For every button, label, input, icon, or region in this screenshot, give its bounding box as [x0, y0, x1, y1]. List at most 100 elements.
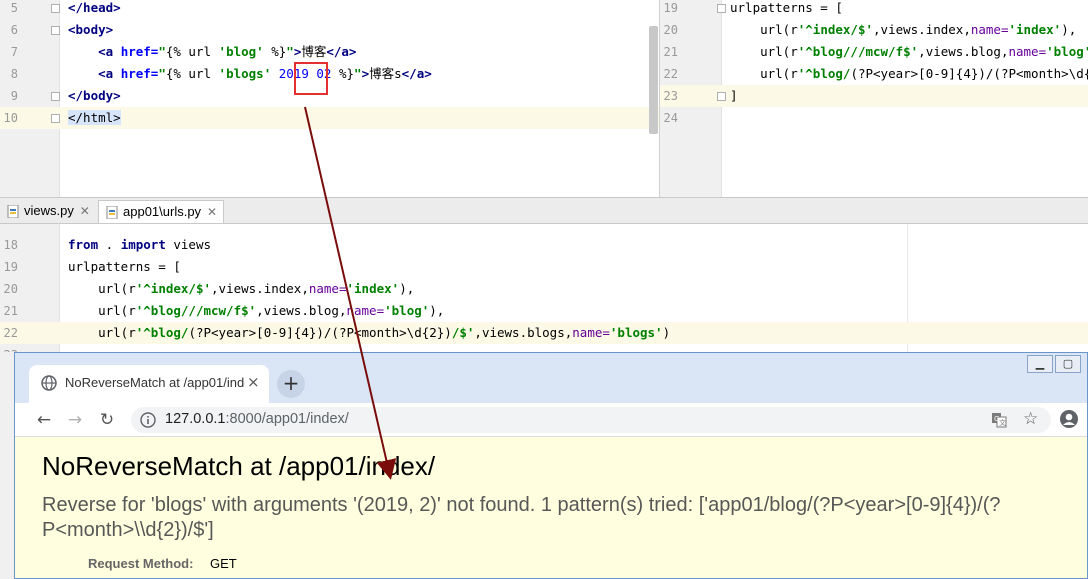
code-text: url(r'^blog/(?P<year>[0-9]{4})/(?P<month… [68, 322, 670, 344]
code-line: 10 </html> [0, 107, 659, 129]
code-token: ) [662, 325, 671, 340]
browser-titlebar: NoReverseMatch at /app01/index/ × + ▁ ▢ [15, 353, 1087, 403]
code-text: url(r'^index/$',views.index,name='index'… [68, 278, 414, 300]
tab-views-py[interactable]: views.py ✕ [0, 200, 96, 223]
code-text: urlpatterns = [ [68, 256, 181, 278]
fold-marker-icon[interactable] [51, 92, 60, 101]
code-text: urlpatterns = [ [730, 0, 843, 19]
code-line: 5 </head> [0, 0, 659, 19]
urls-py-editor[interactable]: 18 from . import views 19 urlpatterns = [20… [0, 224, 1088, 352]
code-token: ), [429, 303, 445, 318]
code-token: (?P<year>[0-9]{4})/(?P<month>\d{2}) [850, 66, 1088, 81]
code-text: </body> [68, 85, 121, 107]
code-token: %} [331, 66, 355, 81]
code-token: /$' [451, 325, 475, 340]
code-token: <a [98, 66, 121, 81]
urls-split-editor[interactable]: 19 urlpatterns = [20 url(r'^index/$',view… [659, 0, 1088, 197]
python-file-icon [106, 206, 118, 219]
code-line: 20 url(r'^index/$',views.index,name='ind… [0, 278, 1088, 300]
code-token: </head> [68, 0, 121, 15]
browser-window: NoReverseMatch at /app01/index/ × + ▁ ▢ … [14, 352, 1088, 579]
code-token: '^blog/ [135, 325, 189, 340]
code-token: ,views.blogs, [474, 325, 573, 340]
code-token: urlpatterns = [ [68, 259, 181, 274]
code-token: {% url [165, 44, 219, 59]
code-token: 'blog' [384, 303, 430, 318]
code-token: ,views.index, [873, 22, 971, 37]
code-token: (?P<year>[0-9]{4})/(?P<month>\d{2}) [188, 325, 452, 340]
url-text[interactable]: 127.0.0.1:8000/app01/index/ [165, 411, 349, 427]
minimize-button[interactable]: ▁ [1027, 355, 1053, 373]
line-number: 23 [663, 89, 678, 103]
code-token: </html> [68, 110, 121, 125]
tab-label: app01\urls.py [123, 204, 202, 219]
code-token: '^blog///mcw/f$' [797, 44, 919, 59]
code-line: 22 url(r'^blog/(?P<year>[0-9]{4})/(?P<mo… [0, 322, 1088, 344]
fold-marker-icon[interactable] [717, 92, 726, 101]
code-token: url(r [98, 303, 136, 318]
code-token: views [165, 237, 211, 252]
close-icon[interactable]: ✕ [207, 201, 217, 223]
ide-side-strip [0, 352, 14, 579]
code-token: url(r [98, 325, 136, 340]
code-text: <body> [68, 19, 113, 41]
code-text: </head> [68, 0, 121, 19]
line-number: 10 [3, 111, 18, 125]
code-token: name= [970, 22, 1009, 37]
code-token: '^index/$' [135, 281, 212, 296]
line-number: 6 [10, 23, 18, 37]
code-line: 24 [660, 107, 1088, 129]
error-title: NoReverseMatch at /app01/index/ [42, 451, 436, 481]
code-line: 23 [0, 344, 1088, 352]
code-text: ] [730, 85, 738, 107]
code-token: name= [346, 303, 385, 318]
code-line: 21 url(r'^blog///mcw/f$',views.blog,name… [0, 300, 1088, 322]
code-token: " [286, 44, 294, 59]
info-icon[interactable] [140, 412, 156, 428]
line-number: 24 [663, 111, 678, 125]
code-token: " [354, 66, 362, 81]
code-token: name= [308, 281, 347, 296]
profile-avatar-icon[interactable] [1059, 409, 1079, 429]
fold-marker-icon[interactable] [51, 114, 60, 123]
code-token: {% url [165, 66, 219, 81]
forward-button[interactable]: → [64, 409, 86, 431]
code-text: url(r'^blog///mcw/f$',views.blog,name='b… [68, 300, 444, 322]
fold-marker-icon[interactable] [717, 4, 726, 13]
reload-button[interactable]: ↻ [96, 409, 118, 431]
code-token: ] [730, 88, 738, 103]
tab-label: views.py [24, 203, 74, 218]
line-number: 5 [10, 1, 18, 15]
fold-marker-icon[interactable] [51, 26, 60, 35]
code-token: from [68, 237, 99, 252]
code-token: 'blogs' [218, 66, 272, 81]
code-token: ,views.blog, [918, 44, 1009, 59]
code-token: url(r [760, 66, 798, 81]
new-tab-button[interactable]: + [277, 370, 305, 398]
address-bar[interactable]: 127.0.0.1:8000/app01/index/ G文 ☆ [131, 407, 1051, 433]
annotation-highlight-box [294, 62, 328, 95]
tab-app01-urls-py[interactable]: app01\urls.py ✕ [98, 200, 225, 223]
translate-icon[interactable]: G文 [991, 412, 1007, 428]
code-token: '^index/$' [797, 22, 874, 37]
code-token: name= [572, 325, 610, 340]
maximize-button[interactable]: ▢ [1055, 355, 1081, 373]
code-line: 19 urlpatterns = [ [0, 256, 1088, 278]
html-template-editor[interactable]: 5 </head> 6 <body> 7 <a href="{% url 'blog' … [0, 0, 659, 197]
line-number: 19 [3, 260, 18, 274]
back-button[interactable]: ← [33, 409, 55, 431]
code-text: from . import views [68, 234, 211, 256]
request-method-value: GET [210, 556, 237, 571]
bookmark-star-icon[interactable]: ☆ [1023, 409, 1038, 429]
code-token: '^blog///mcw/f$' [135, 303, 257, 318]
close-icon[interactable]: ✕ [80, 200, 90, 222]
close-tab-icon[interactable]: × [247, 373, 260, 391]
line-number: 7 [10, 45, 18, 59]
fold-marker-icon[interactable] [51, 4, 60, 13]
code-token: " [158, 66, 166, 81]
browser-tab[interactable]: NoReverseMatch at /app01/index/ × [29, 365, 269, 403]
editor-scrollbar[interactable] [649, 26, 658, 134]
code-token: ,views.index, [211, 281, 309, 296]
code-token: . [98, 237, 121, 252]
